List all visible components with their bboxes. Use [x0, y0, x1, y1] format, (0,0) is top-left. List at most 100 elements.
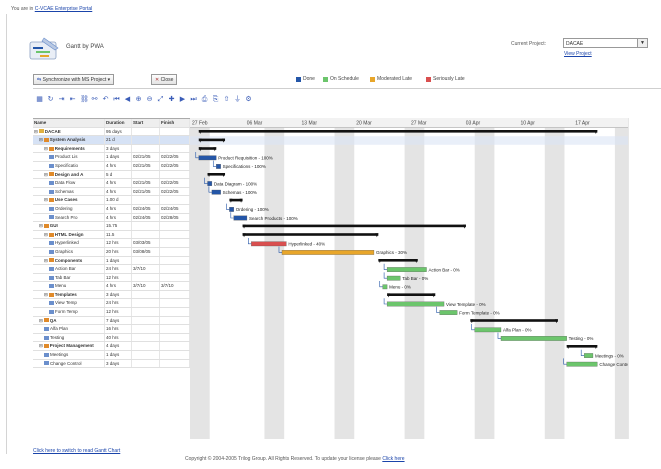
link-icon[interactable]: ⛓	[80, 96, 89, 103]
summary-bar[interactable]	[566, 345, 598, 348]
export-icon[interactable]: ⎘	[212, 96, 219, 103]
task-bar[interactable]	[386, 301, 445, 307]
table-row[interactable]: Product Lis 1 days 02/21/05 02/22/05	[33, 153, 190, 162]
synchronize-button[interactable]: ⇆ Synchronize with MS Project ▾	[33, 74, 115, 85]
project-select[interactable]: DACAE ▼	[563, 38, 648, 48]
task-bar[interactable]	[211, 189, 221, 195]
collapse-toggle-icon[interactable]: ⊟	[44, 172, 48, 177]
switch-to-read-link[interactable]: Click here to switch to read Gantt Chart	[33, 448, 120, 454]
task-bar-label: Menu - 0%	[389, 285, 411, 290]
first-icon[interactable]: ⏮	[113, 96, 120, 103]
up-icon[interactable]: ⇧	[223, 96, 230, 103]
task-bar[interactable]	[216, 164, 221, 169]
table-row[interactable]: ⊟ Templates 3 days	[33, 290, 190, 300]
summary-bar[interactable]	[470, 319, 558, 322]
collapse-toggle-icon[interactable]: ⊟	[34, 129, 38, 134]
task-bar[interactable]	[386, 267, 427, 272]
task-bar[interactable]	[281, 250, 375, 255]
grid-icon[interactable]: ▦	[36, 96, 43, 103]
task-bar[interactable]	[198, 155, 217, 161]
task-bar[interactable]	[233, 215, 248, 221]
table-row[interactable]: ⊟ QA 7 days	[33, 316, 190, 326]
table-row[interactable]: Form Temp 12 hrs	[33, 308, 190, 317]
table-row[interactable]: ⊟ DACAE 95 days	[33, 127, 190, 137]
summary-bar[interactable]	[387, 293, 436, 296]
print-icon[interactable]: ⎙	[201, 96, 208, 103]
summary-bar[interactable]	[242, 233, 379, 236]
table-row[interactable]: View Temp 24 hrs	[33, 299, 190, 309]
license-link[interactable]: Click here	[382, 456, 404, 462]
table-row[interactable]: Alfa Plan 16 hrs	[33, 325, 190, 334]
collapse-toggle-icon[interactable]: ⊟	[44, 232, 48, 237]
task-finish-cell	[160, 308, 190, 316]
collapse-toggle-icon[interactable]: ⊟	[39, 137, 43, 142]
table-row[interactable]: Tab Bar 12 hrs	[33, 273, 190, 283]
task-bar[interactable]	[382, 284, 388, 290]
prev-icon[interactable]: ◀	[124, 96, 131, 103]
column-header[interactable]: Name	[33, 119, 105, 127]
table-row[interactable]: Change Control 3 days	[33, 359, 190, 369]
table-row[interactable]: ⊟ GUI 15.75	[33, 222, 190, 231]
task-bar[interactable]	[500, 336, 567, 341]
table-row[interactable]: Hyperlinked 12 hrs 03/03/05	[33, 239, 190, 248]
table-row[interactable]: ⊟ System Analysis 21 d	[33, 136, 190, 145]
collapse-toggle-icon[interactable]: ⊟	[39, 223, 43, 228]
collapse-toggle-icon[interactable]: ⊟	[44, 292, 48, 297]
table-row[interactable]: Action Bar 24 hrs 3/7/10	[33, 265, 190, 274]
collapse-toggle-icon[interactable]: ⊟	[44, 197, 48, 202]
table-row[interactable]: Schemas 4 hrs 02/21/05 02/22/05	[33, 187, 190, 197]
table-row[interactable]: Menu 4 hrs 3/7/10 3/7/10	[33, 282, 190, 291]
table-row[interactable]: ⊟ Components 1 days	[33, 256, 190, 266]
close-button[interactable]: ✕ Close	[151, 74, 178, 85]
zoom-in-icon[interactable]: ⊕	[135, 96, 142, 103]
table-row[interactable]: Graphics 20 hrs 03/08/05	[33, 247, 190, 257]
column-header[interactable]: Finish	[160, 119, 190, 127]
filter-icon[interactable]: ⏚	[234, 96, 241, 103]
task-bar[interactable]	[386, 275, 401, 281]
outdent-icon[interactable]: ⇤	[69, 96, 76, 103]
chevron-down-icon[interactable]: ▼	[637, 39, 647, 47]
table-row[interactable]: Data Flow 4 hrs 02/21/05 02/22/05	[33, 179, 190, 188]
collapse-toggle-icon[interactable]: ⊟	[44, 146, 48, 151]
fit-icon[interactable]: ⤢	[157, 96, 164, 103]
breadcrumb-link[interactable]: C-VCAE Enterprise Portal	[35, 6, 93, 12]
task-bar[interactable]	[474, 327, 502, 333]
table-row[interactable]: ⊟ HTML Design 11.5	[33, 230, 190, 240]
task-name: Use Cases	[54, 197, 78, 203]
summary-bar[interactable]	[198, 130, 598, 133]
table-row[interactable]: Meetings 1 days	[33, 351, 190, 360]
task-bar[interactable]	[207, 181, 213, 186]
collapse-toggle-icon[interactable]: ⊟	[39, 318, 43, 323]
summary-bar[interactable]	[242, 224, 466, 228]
refresh-icon[interactable]: ↻	[47, 96, 54, 103]
collapse-toggle-icon[interactable]: ⊟	[44, 258, 48, 263]
task-bar[interactable]	[439, 310, 458, 315]
table-row[interactable]: Search Pro 4 hrs 02/24/05 02/28/05	[33, 213, 190, 223]
table-row[interactable]: ⊟ Design and A 5 d	[33, 170, 190, 180]
table-row[interactable]: Specificatio 4 hrs 02/21/05 02/22/05	[33, 161, 190, 171]
table-row[interactable]: ⊟ Project Management 4 days	[33, 342, 190, 352]
task-bar[interactable]	[251, 241, 287, 247]
summary-bar[interactable]	[198, 138, 226, 142]
table-row[interactable]: ⊟ Use Cases 1.00 d	[33, 196, 190, 205]
add-icon[interactable]: ✚	[168, 96, 175, 103]
indent-icon[interactable]: ⇥	[58, 96, 65, 103]
last-icon[interactable]: ⏭	[190, 96, 197, 103]
view-project-link[interactable]: View Project	[564, 51, 592, 57]
next-icon[interactable]: ▶	[179, 96, 186, 103]
undo-icon[interactable]: ↶	[102, 96, 109, 103]
column-header[interactable]: Start	[132, 119, 160, 127]
table-row[interactable]: Ordering 4 hrs 02/24/05 02/24/05	[33, 204, 190, 214]
task-bar[interactable]	[584, 353, 594, 358]
summary-bar[interactable]	[378, 259, 418, 262]
settings-icon[interactable]: ⚙	[245, 96, 252, 103]
task-bar[interactable]	[229, 207, 234, 212]
table-row[interactable]: ⊟ Requirements 3 days	[33, 144, 190, 154]
task-bar[interactable]	[566, 361, 598, 367]
table-row[interactable]: Testing 40 hrs	[33, 333, 190, 343]
zoom-out-icon[interactable]: ⊖	[146, 96, 153, 103]
task-name-cell: View Temp	[33, 299, 105, 308]
unlink-icon[interactable]: ⚯	[91, 96, 98, 103]
collapse-toggle-icon[interactable]: ⊟	[39, 343, 43, 348]
column-header[interactable]: Duration	[105, 119, 132, 127]
